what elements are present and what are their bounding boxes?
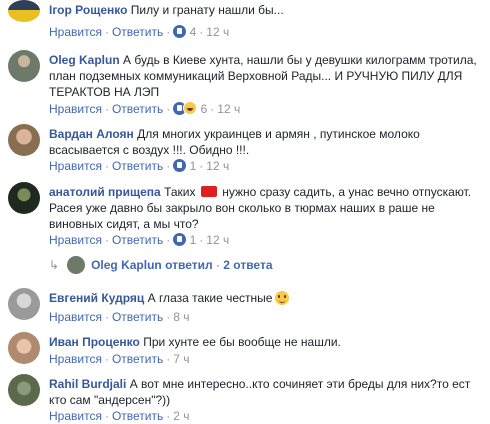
avatar[interactable] <box>8 182 40 214</box>
timestamp[interactable]: 7 ч <box>173 352 189 366</box>
comment-actions: Нравится · Ответить · 7 ч <box>49 352 190 366</box>
comment-actions: Нравится · Ответить · 6 · 12 ч <box>49 101 241 116</box>
reply-avatar <box>67 256 86 274</box>
reaction-count[interactable]: 4 <box>190 25 197 39</box>
like-link[interactable]: Нравится <box>49 102 102 116</box>
like-reaction-icon[interactable] <box>173 25 187 38</box>
author-link[interactable]: Rahil Burdjali <box>49 377 126 391</box>
avatar[interactable] <box>8 374 40 406</box>
like-link[interactable]: Нравится <box>49 310 102 324</box>
reply-link[interactable]: Ответить <box>112 159 163 173</box>
reply-link[interactable]: Ответить <box>112 352 163 366</box>
reaction-count[interactable]: 1 <box>190 233 197 247</box>
comment-body: Ігор Рощенко Пилу и гранату нашли бы... <box>49 2 480 18</box>
comment-body: Oleg Kaplun А будь в Киеве хунта, нашли … <box>49 52 480 100</box>
reply-sep: · <box>215 258 220 272</box>
like-link[interactable]: Нравится <box>49 233 102 247</box>
timestamp[interactable]: 12 ч <box>217 102 240 116</box>
comment-body: Вардан Алоян Для многих украинцев и армя… <box>49 126 480 158</box>
author-link[interactable]: Ігор Рощенко <box>49 3 127 17</box>
reply-link[interactable]: Ответить <box>112 233 163 247</box>
author-link[interactable]: Евгений Кудряц <box>49 291 144 305</box>
reply-link[interactable]: Ответить <box>112 310 163 324</box>
timestamp[interactable]: 12 ч <box>206 25 229 39</box>
comment-body: Евгений Кудряц А глаза такие честные <box>49 290 480 306</box>
like-link[interactable]: Нравится <box>49 352 102 366</box>
comment-actions: Нравится · Ответить · 2 ч <box>49 409 190 423</box>
haha-reaction-icon[interactable] <box>183 101 198 115</box>
like-link[interactable]: Нравится <box>49 25 102 39</box>
smiley-emoji-icon <box>275 291 290 305</box>
like-reaction-icon[interactable] <box>173 233 187 246</box>
avatar[interactable] <box>8 50 40 82</box>
comment-actions: Нравится · Ответить · 4 · 12 ч <box>49 25 230 39</box>
avatar[interactable] <box>8 332 40 364</box>
comment-text: А глаза такие честные <box>147 291 273 305</box>
reply-count[interactable]: 2 ответа <box>223 258 272 272</box>
author-link[interactable]: анатолий прищепа <box>49 185 161 199</box>
reply-author[interactable]: Oleg Kaplun <box>91 258 162 272</box>
avatar[interactable] <box>8 0 40 22</box>
reply-arrow-icon: ↳ <box>49 258 60 272</box>
avatar[interactable] <box>8 124 40 156</box>
comment-text-start: Таких <box>164 185 196 199</box>
reply-link[interactable]: Ответить <box>112 102 163 116</box>
timestamp[interactable]: 8 ч <box>173 310 189 324</box>
comment-text: Пилу и гранату нашли бы... <box>130 3 284 17</box>
timestamp[interactable]: 12 ч <box>206 159 229 173</box>
comment-actions: Нравится · Ответить · 8 ч <box>49 310 190 324</box>
timestamp[interactable]: 12 ч <box>206 233 229 247</box>
reaction-count[interactable]: 6 <box>201 102 208 116</box>
comment-actions: Нравится · Ответить · 1 · 12 ч <box>49 233 230 247</box>
like-link[interactable]: Нравится <box>49 159 102 173</box>
reply-link[interactable]: Ответить <box>112 25 163 39</box>
comment-text: При хунте ее бы вообще не нашли. <box>143 335 341 349</box>
timestamp[interactable]: 2 ч <box>173 409 189 423</box>
reaction-count[interactable]: 1 <box>190 159 197 173</box>
comment-body: Rahil Burdjali А вот мне интересно..кто … <box>49 376 480 408</box>
comment-actions: Нравится · Ответить · 1 · 12 ч <box>49 159 230 173</box>
author-link[interactable]: Иван Проценко <box>49 335 140 349</box>
view-replies-link[interactable]: ↳ Oleg Kaplun ответил · 2 ответа <box>49 256 273 274</box>
reply-verb: ответил <box>165 258 213 272</box>
author-link[interactable]: Вардан Алоян <box>49 127 134 141</box>
comment-body: Иван Проценко При хунте ее бы вообще не … <box>49 334 480 350</box>
avatar[interactable] <box>8 288 40 320</box>
red-emoji-icon <box>200 186 217 197</box>
author-link[interactable]: Oleg Kaplun <box>49 53 120 67</box>
reply-link[interactable]: Ответить <box>112 409 163 423</box>
comment-body: анатолий прищепа Таких нужно сразу садит… <box>49 184 480 232</box>
like-reaction-icon[interactable] <box>173 159 187 172</box>
like-link[interactable]: Нравится <box>49 409 102 423</box>
